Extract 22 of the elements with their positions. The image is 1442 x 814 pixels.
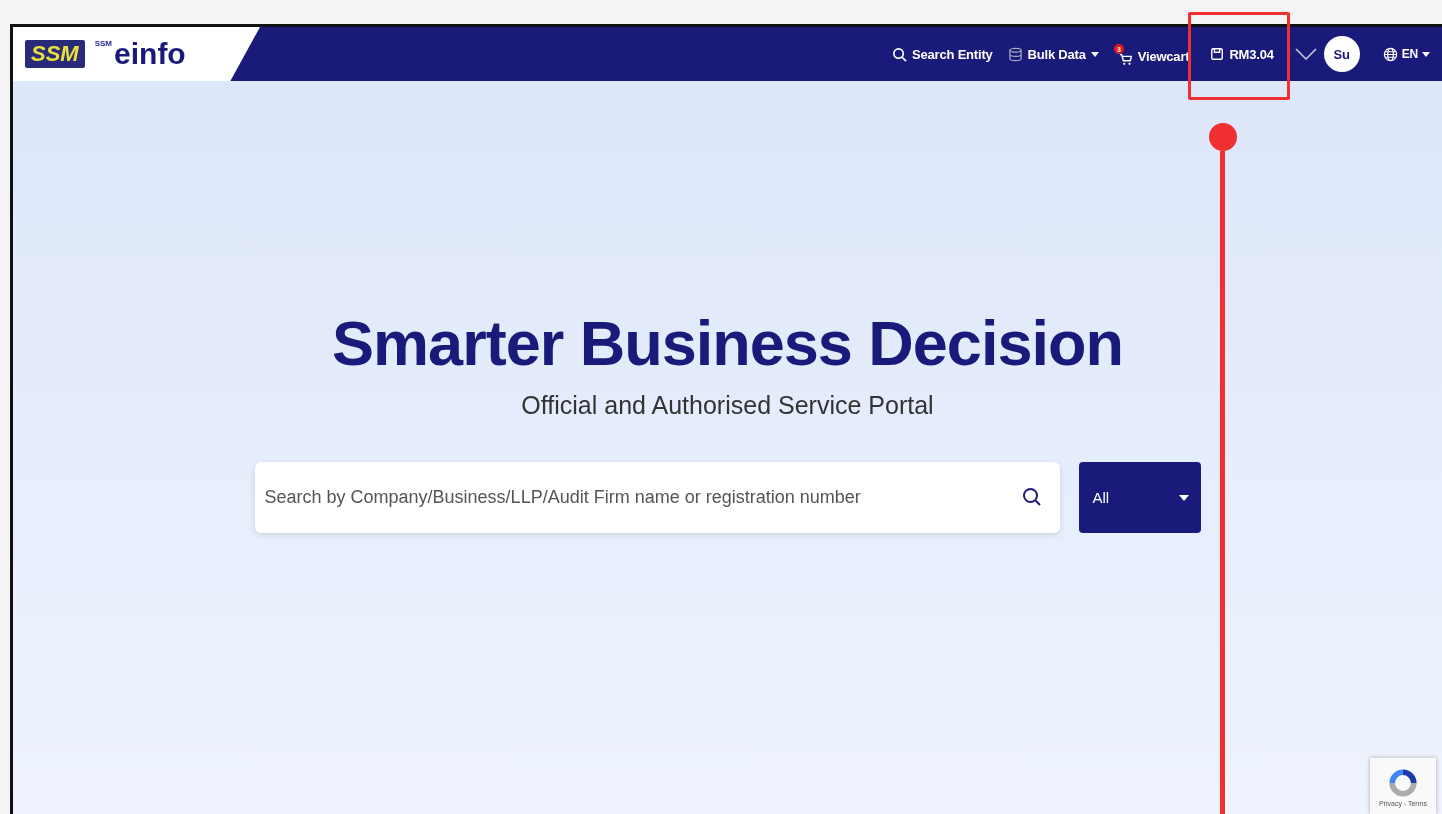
einfo-logo[interactable]: einfo (114, 39, 186, 69)
category-dropdown[interactable]: All (1078, 462, 1201, 533)
bulk-data-menu[interactable]: Bulk Data (1007, 46, 1099, 62)
caret-icon (1178, 494, 1189, 501)
cart-icon (1118, 52, 1133, 66)
hero-subtitle: Official and Authorised Service Portal (521, 391, 934, 420)
logo-caption: SSM (94, 39, 113, 48)
search-icon[interactable] (1021, 487, 1042, 507)
ssm-logo[interactable]: SSM (25, 40, 85, 68)
database-icon (1007, 46, 1023, 62)
search-icon (892, 46, 908, 62)
caret-icon (1422, 51, 1430, 57)
globe-icon (1382, 46, 1398, 62)
search-entity-link[interactable]: Search Entity (892, 46, 993, 62)
search-field[interactable]: Search by Company/Business/LLP/Audit Firm name or registration number (254, 462, 1060, 533)
balance-link[interactable]: RM3.04 (1210, 46, 1274, 62)
chevron-down-icon[interactable] (1294, 48, 1317, 60)
caret-icon (1090, 51, 1099, 57)
save-icon (1210, 47, 1225, 61)
language-menu[interactable]: EN (1382, 46, 1430, 62)
hero-title: Smarter Business Decision (332, 307, 1123, 379)
user-avatar[interactable]: Su (1323, 36, 1360, 72)
